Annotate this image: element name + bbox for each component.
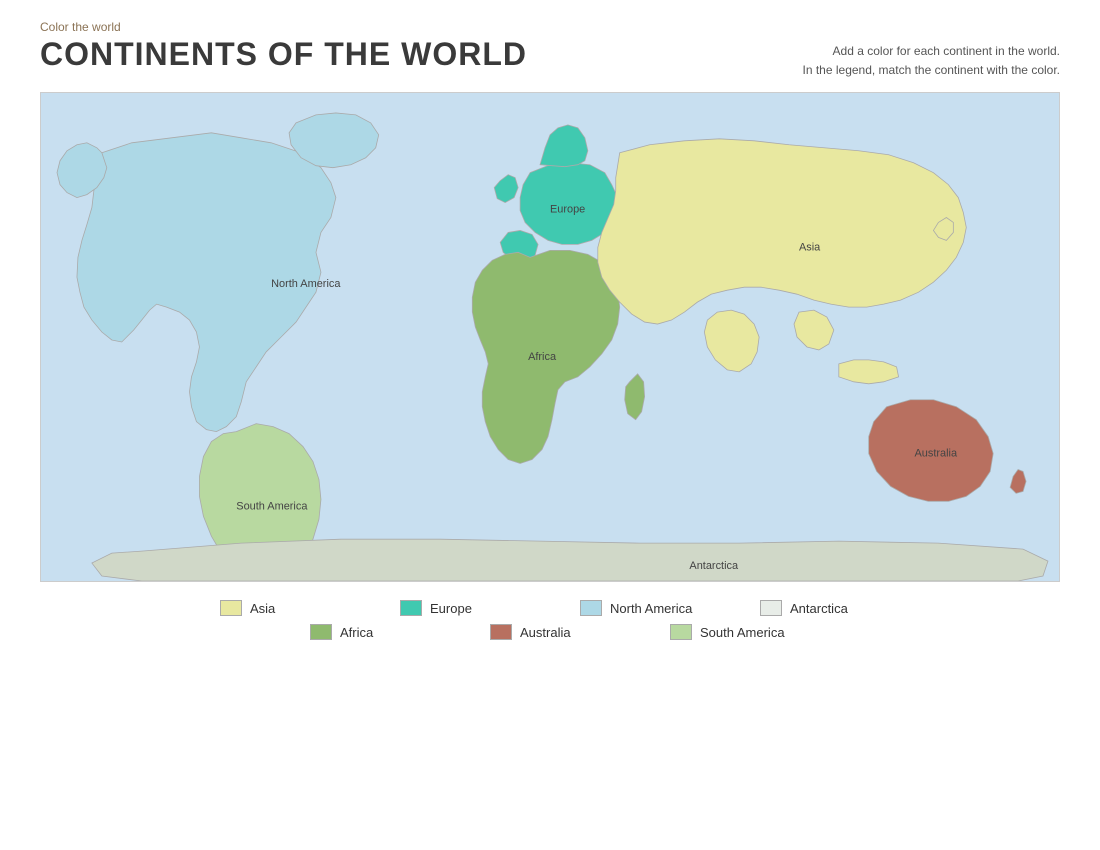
australia-swatch xyxy=(490,624,512,640)
legend-row-2: Africa Australia South America xyxy=(40,624,1060,640)
asia-legend-label: Asia xyxy=(250,601,275,616)
africa-legend-label: Africa xyxy=(340,625,373,640)
antarctica-label: Antarctica xyxy=(689,560,739,572)
main-title: CONTINENTS OF THE WORLD xyxy=(40,36,527,73)
antarctica-legend-label: Antarctica xyxy=(790,601,848,616)
legend: Asia Europe North America Antarctica Afr… xyxy=(40,600,1060,640)
instructions: Add a color for each continent in the wo… xyxy=(803,36,1061,80)
legend-row-1: Asia Europe North America Antarctica xyxy=(40,600,1060,616)
europe-swatch xyxy=(400,600,422,616)
page-container: Color the world CONTINENTS OF THE WORLD … xyxy=(0,0,1100,850)
africa-swatch xyxy=(310,624,332,640)
title-row: CONTINENTS OF THE WORLD Add a color for … xyxy=(40,36,1060,80)
australia-label: Australia xyxy=(915,448,958,460)
north-america-legend-label: North America xyxy=(610,601,692,616)
europe-label: Europe xyxy=(550,204,585,216)
north-america-swatch xyxy=(580,600,602,616)
antarctica-swatch xyxy=(760,600,782,616)
header: Color the world CONTINENTS OF THE WORLD … xyxy=(40,20,1060,80)
legend-item-africa: Africa xyxy=(310,624,430,640)
asia-label: Asia xyxy=(799,242,821,254)
south-america-label: South America xyxy=(236,501,308,513)
legend-item-europe: Europe xyxy=(400,600,520,616)
legend-item-australia: Australia xyxy=(490,624,610,640)
north-america-label: North America xyxy=(271,279,341,291)
africa-label: Africa xyxy=(528,351,557,363)
subtitle: Color the world xyxy=(40,20,1060,34)
legend-item-south-america: South America xyxy=(670,624,790,640)
europe-legend-label: Europe xyxy=(430,601,472,616)
legend-item-antarctica: Antarctica xyxy=(760,600,880,616)
world-map: North America South America Europe xyxy=(40,92,1060,582)
antarctica-shape xyxy=(92,540,1048,582)
legend-item-asia: Asia xyxy=(220,600,340,616)
legend-item-north-america: North America xyxy=(580,600,700,616)
south-america-swatch xyxy=(670,624,692,640)
map-svg: North America South America Europe xyxy=(41,93,1059,581)
asia-swatch xyxy=(220,600,242,616)
south-america-legend-label: South America xyxy=(700,625,785,640)
australia-legend-label: Australia xyxy=(520,625,571,640)
